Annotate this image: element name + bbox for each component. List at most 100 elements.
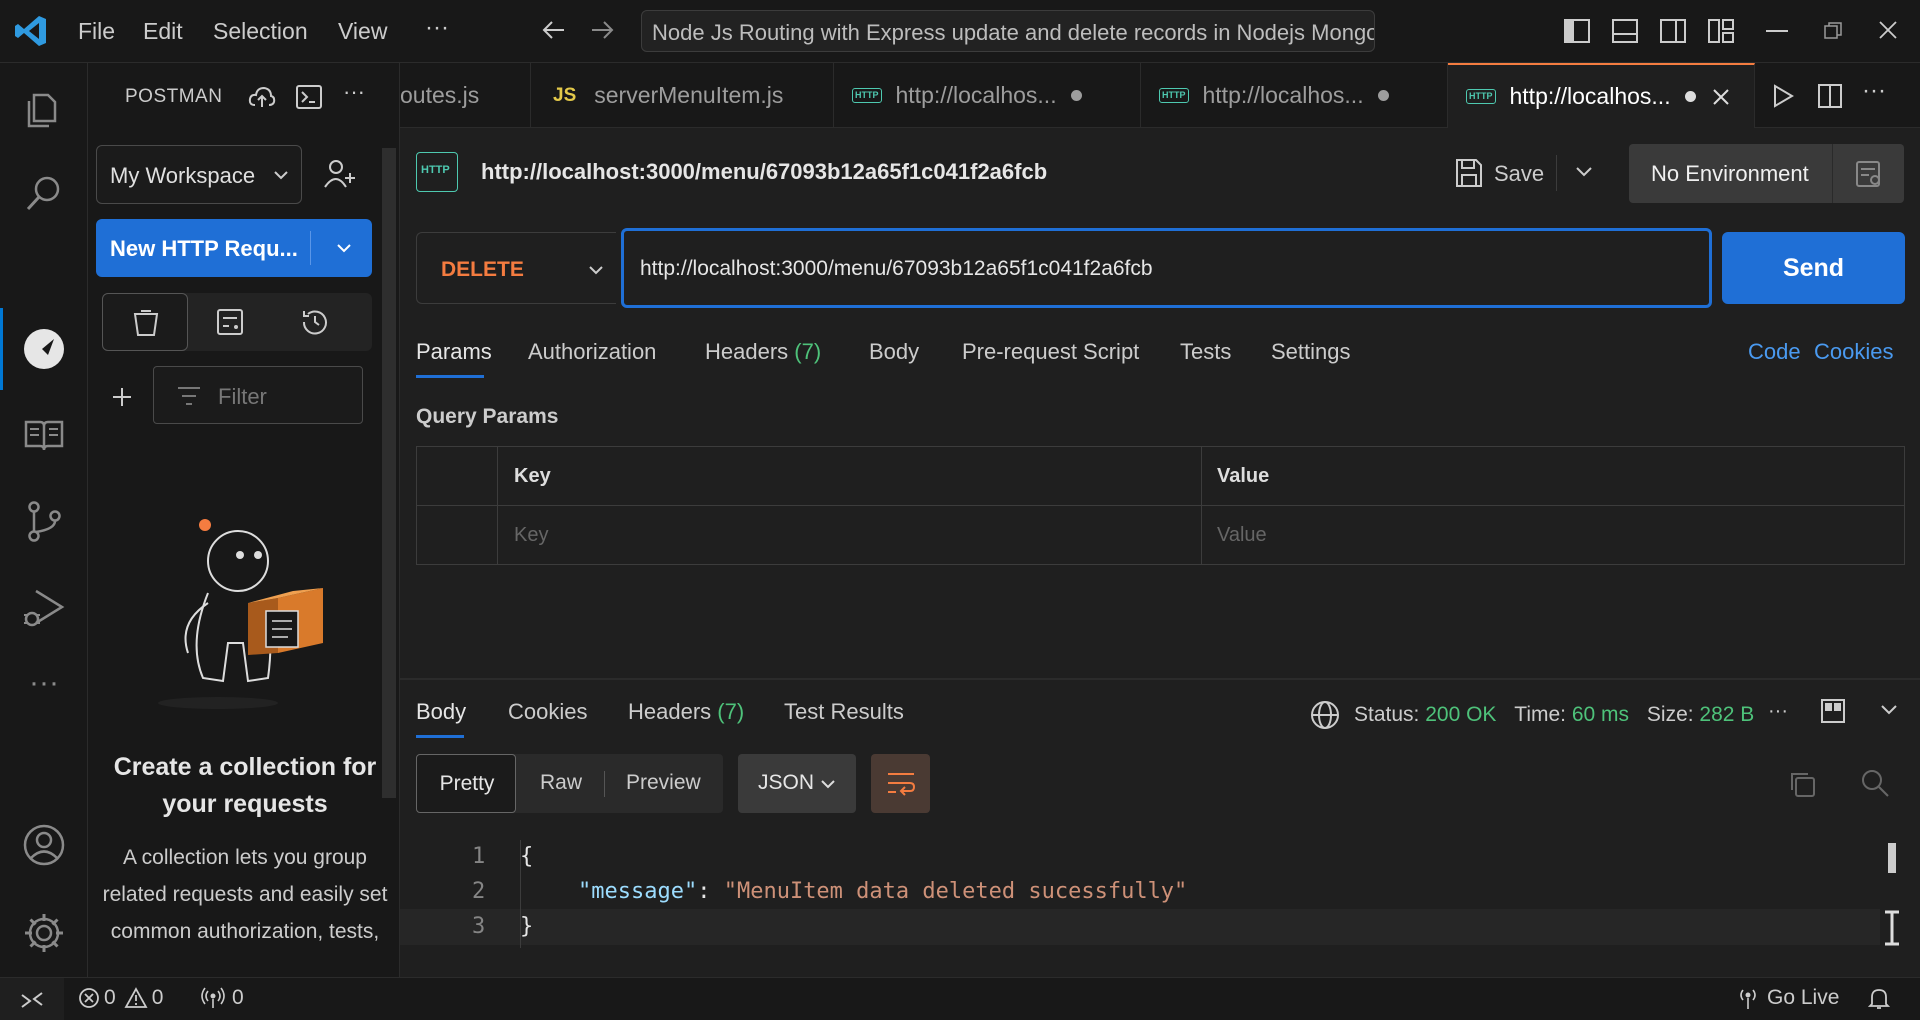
tab-servermenuitem-js[interactable]: JS serverMenuItem.js	[531, 63, 834, 128]
response-tab-test-results[interactable]: Test Results	[784, 699, 904, 725]
tab-params[interactable]: Params	[416, 339, 492, 365]
editor-more-icon[interactable]: ···	[1862, 77, 1886, 105]
preview-button[interactable]: Preview	[626, 771, 701, 795]
postman-icon[interactable]	[22, 327, 66, 371]
collapse-response-chevron-icon[interactable]	[1880, 704, 1898, 716]
tab-headers[interactable]: Headers (7)	[705, 339, 821, 365]
wrap-lines-button[interactable]	[871, 754, 930, 813]
tab-http-request-active[interactable]: HTTP http://localhos...	[1448, 63, 1755, 128]
chevron-down-icon	[274, 171, 288, 180]
status-value[interactable]: 200 OK	[1425, 703, 1496, 726]
broadcast-icon	[1740, 989, 1756, 1009]
response-body-viewer[interactable]: 1 { 2 "message": "MenuItem data deleted …	[400, 838, 1880, 948]
filter-input[interactable]: Filter	[153, 366, 363, 424]
environment-selector[interactable]: No Environment	[1629, 144, 1904, 203]
send-button[interactable]: Send	[1722, 232, 1905, 304]
tab-authorization[interactable]: Authorization	[528, 339, 656, 365]
search-icon[interactable]	[22, 171, 66, 215]
forward-arrow-icon[interactable]	[588, 16, 616, 44]
http-file-icon: HTTP	[1159, 88, 1189, 103]
customize-layout-icon[interactable]	[1708, 19, 1734, 43]
tab-http-request-1[interactable]: HTTP http://localhos...	[834, 63, 1141, 128]
tab-body[interactable]: Body	[869, 339, 919, 365]
workspace-select[interactable]: My Workspace	[96, 145, 302, 204]
copy-icon[interactable]	[1788, 770, 1816, 798]
error-count: 0	[104, 986, 116, 1009]
account-icon[interactable]	[22, 823, 66, 867]
editor-tab-bar: outes.js JS serverMenuItem.js HTTP http:…	[400, 63, 1920, 128]
restore-icon[interactable]	[1824, 22, 1842, 40]
code-link[interactable]: Code	[1748, 339, 1801, 365]
history-icon[interactable]	[300, 308, 330, 336]
response-more-icon[interactable]: ···	[1768, 700, 1788, 723]
tab-pre-request-script[interactable]: Pre-request Script	[962, 339, 1139, 365]
close-window-icon[interactable]	[1878, 20, 1898, 40]
save-button[interactable]: Save	[1494, 161, 1544, 187]
format-label: JSON	[758, 771, 815, 794]
problems-indicator[interactable]: 0 0	[78, 986, 163, 1010]
js-file-icon: JS	[553, 84, 577, 106]
layout-toggle-icon[interactable]	[1820, 698, 1846, 724]
remote-indicator[interactable]	[0, 978, 64, 1020]
response-meta: Status: 200 OK Time: 60 ms Size: 282 B	[1354, 703, 1754, 727]
menu-selection[interactable]: Selection	[213, 18, 308, 45]
filter-placeholder: Filter	[218, 384, 267, 409]
pane-divider[interactable]	[400, 678, 1920, 680]
response-tab-headers[interactable]: Headers (7)	[628, 699, 744, 725]
menu-edit[interactable]: Edit	[143, 18, 183, 45]
tab-http-request-2[interactable]: HTTP http://localhos...	[1141, 63, 1448, 128]
collections-view-button[interactable]	[102, 293, 188, 351]
key-input[interactable]: Key	[514, 524, 548, 547]
terminal-icon[interactable]	[296, 85, 322, 109]
request-title[interactable]: http://localhost:3000/menu/67093b12a65f1…	[481, 159, 1047, 185]
search-response-icon[interactable]	[1860, 768, 1890, 798]
explorer-icon[interactable]	[22, 85, 66, 129]
add-collection-icon[interactable]	[110, 385, 134, 409]
book-icon[interactable]	[22, 413, 66, 457]
menu-view[interactable]: View	[338, 18, 387, 45]
cloud-sync-icon[interactable]	[248, 85, 276, 109]
method-select[interactable]: DELETE	[416, 232, 616, 304]
chevron-down-icon[interactable]	[336, 242, 352, 254]
more-views-icon[interactable]: ···	[22, 668, 66, 717]
size-value[interactable]: 282 B	[1699, 703, 1754, 726]
toggle-panel-icon[interactable]	[1612, 19, 1638, 43]
environment-quick-look-icon[interactable]	[1855, 160, 1883, 188]
settings-gear-icon[interactable]	[22, 911, 66, 955]
minimize-icon[interactable]	[1766, 30, 1788, 32]
add-user-icon[interactable]	[324, 159, 356, 189]
value-input[interactable]: Value	[1217, 524, 1267, 547]
panel-more-icon[interactable]: ···	[343, 79, 365, 105]
menu-file[interactable]: File	[78, 18, 115, 45]
raw-button[interactable]: Raw	[540, 771, 582, 795]
response-scrollbar-thumb[interactable]	[1888, 843, 1896, 873]
time-value[interactable]: 60 ms	[1572, 703, 1629, 726]
notifications-bell-icon[interactable]	[1868, 987, 1890, 1011]
run-icon[interactable]	[1772, 84, 1794, 108]
url-input[interactable]: http://localhost:3000/menu/67093b12a65f1…	[621, 228, 1712, 308]
globe-icon[interactable]	[1310, 700, 1340, 730]
more-menu-icon[interactable]: ···	[425, 14, 449, 42]
response-tab-cookies[interactable]: Cookies	[508, 699, 587, 725]
close-tab-icon[interactable]	[1712, 88, 1730, 106]
toggle-secondary-sidebar-icon[interactable]	[1660, 19, 1686, 43]
format-select[interactable]: JSON	[738, 754, 856, 813]
cookies-link[interactable]: Cookies	[1814, 339, 1893, 365]
ports-indicator[interactable]: 0	[200, 986, 244, 1010]
toggle-primary-sidebar-icon[interactable]	[1564, 19, 1590, 43]
go-live-button[interactable]: Go Live	[1737, 986, 1839, 1010]
pretty-button[interactable]: Pretty	[416, 754, 516, 813]
new-http-request-button[interactable]: New HTTP Requ...	[96, 219, 372, 277]
source-control-icon[interactable]	[22, 499, 66, 543]
tab-routes-js[interactable]: outes.js	[400, 63, 531, 128]
tab-settings[interactable]: Settings	[1271, 339, 1351, 365]
back-arrow-icon[interactable]	[540, 16, 568, 44]
save-options-chevron-icon[interactable]	[1575, 166, 1593, 178]
command-center-search[interactable]: Node Js Routing with Express update and …	[641, 10, 1375, 52]
response-tab-body[interactable]: Body	[416, 699, 466, 725]
tab-tests[interactable]: Tests	[1180, 339, 1231, 365]
environments-icon[interactable]	[216, 308, 244, 336]
split-editor-icon[interactable]	[1818, 84, 1842, 108]
run-debug-icon[interactable]	[22, 585, 66, 629]
side-panel-scrollbar[interactable]	[382, 148, 396, 798]
